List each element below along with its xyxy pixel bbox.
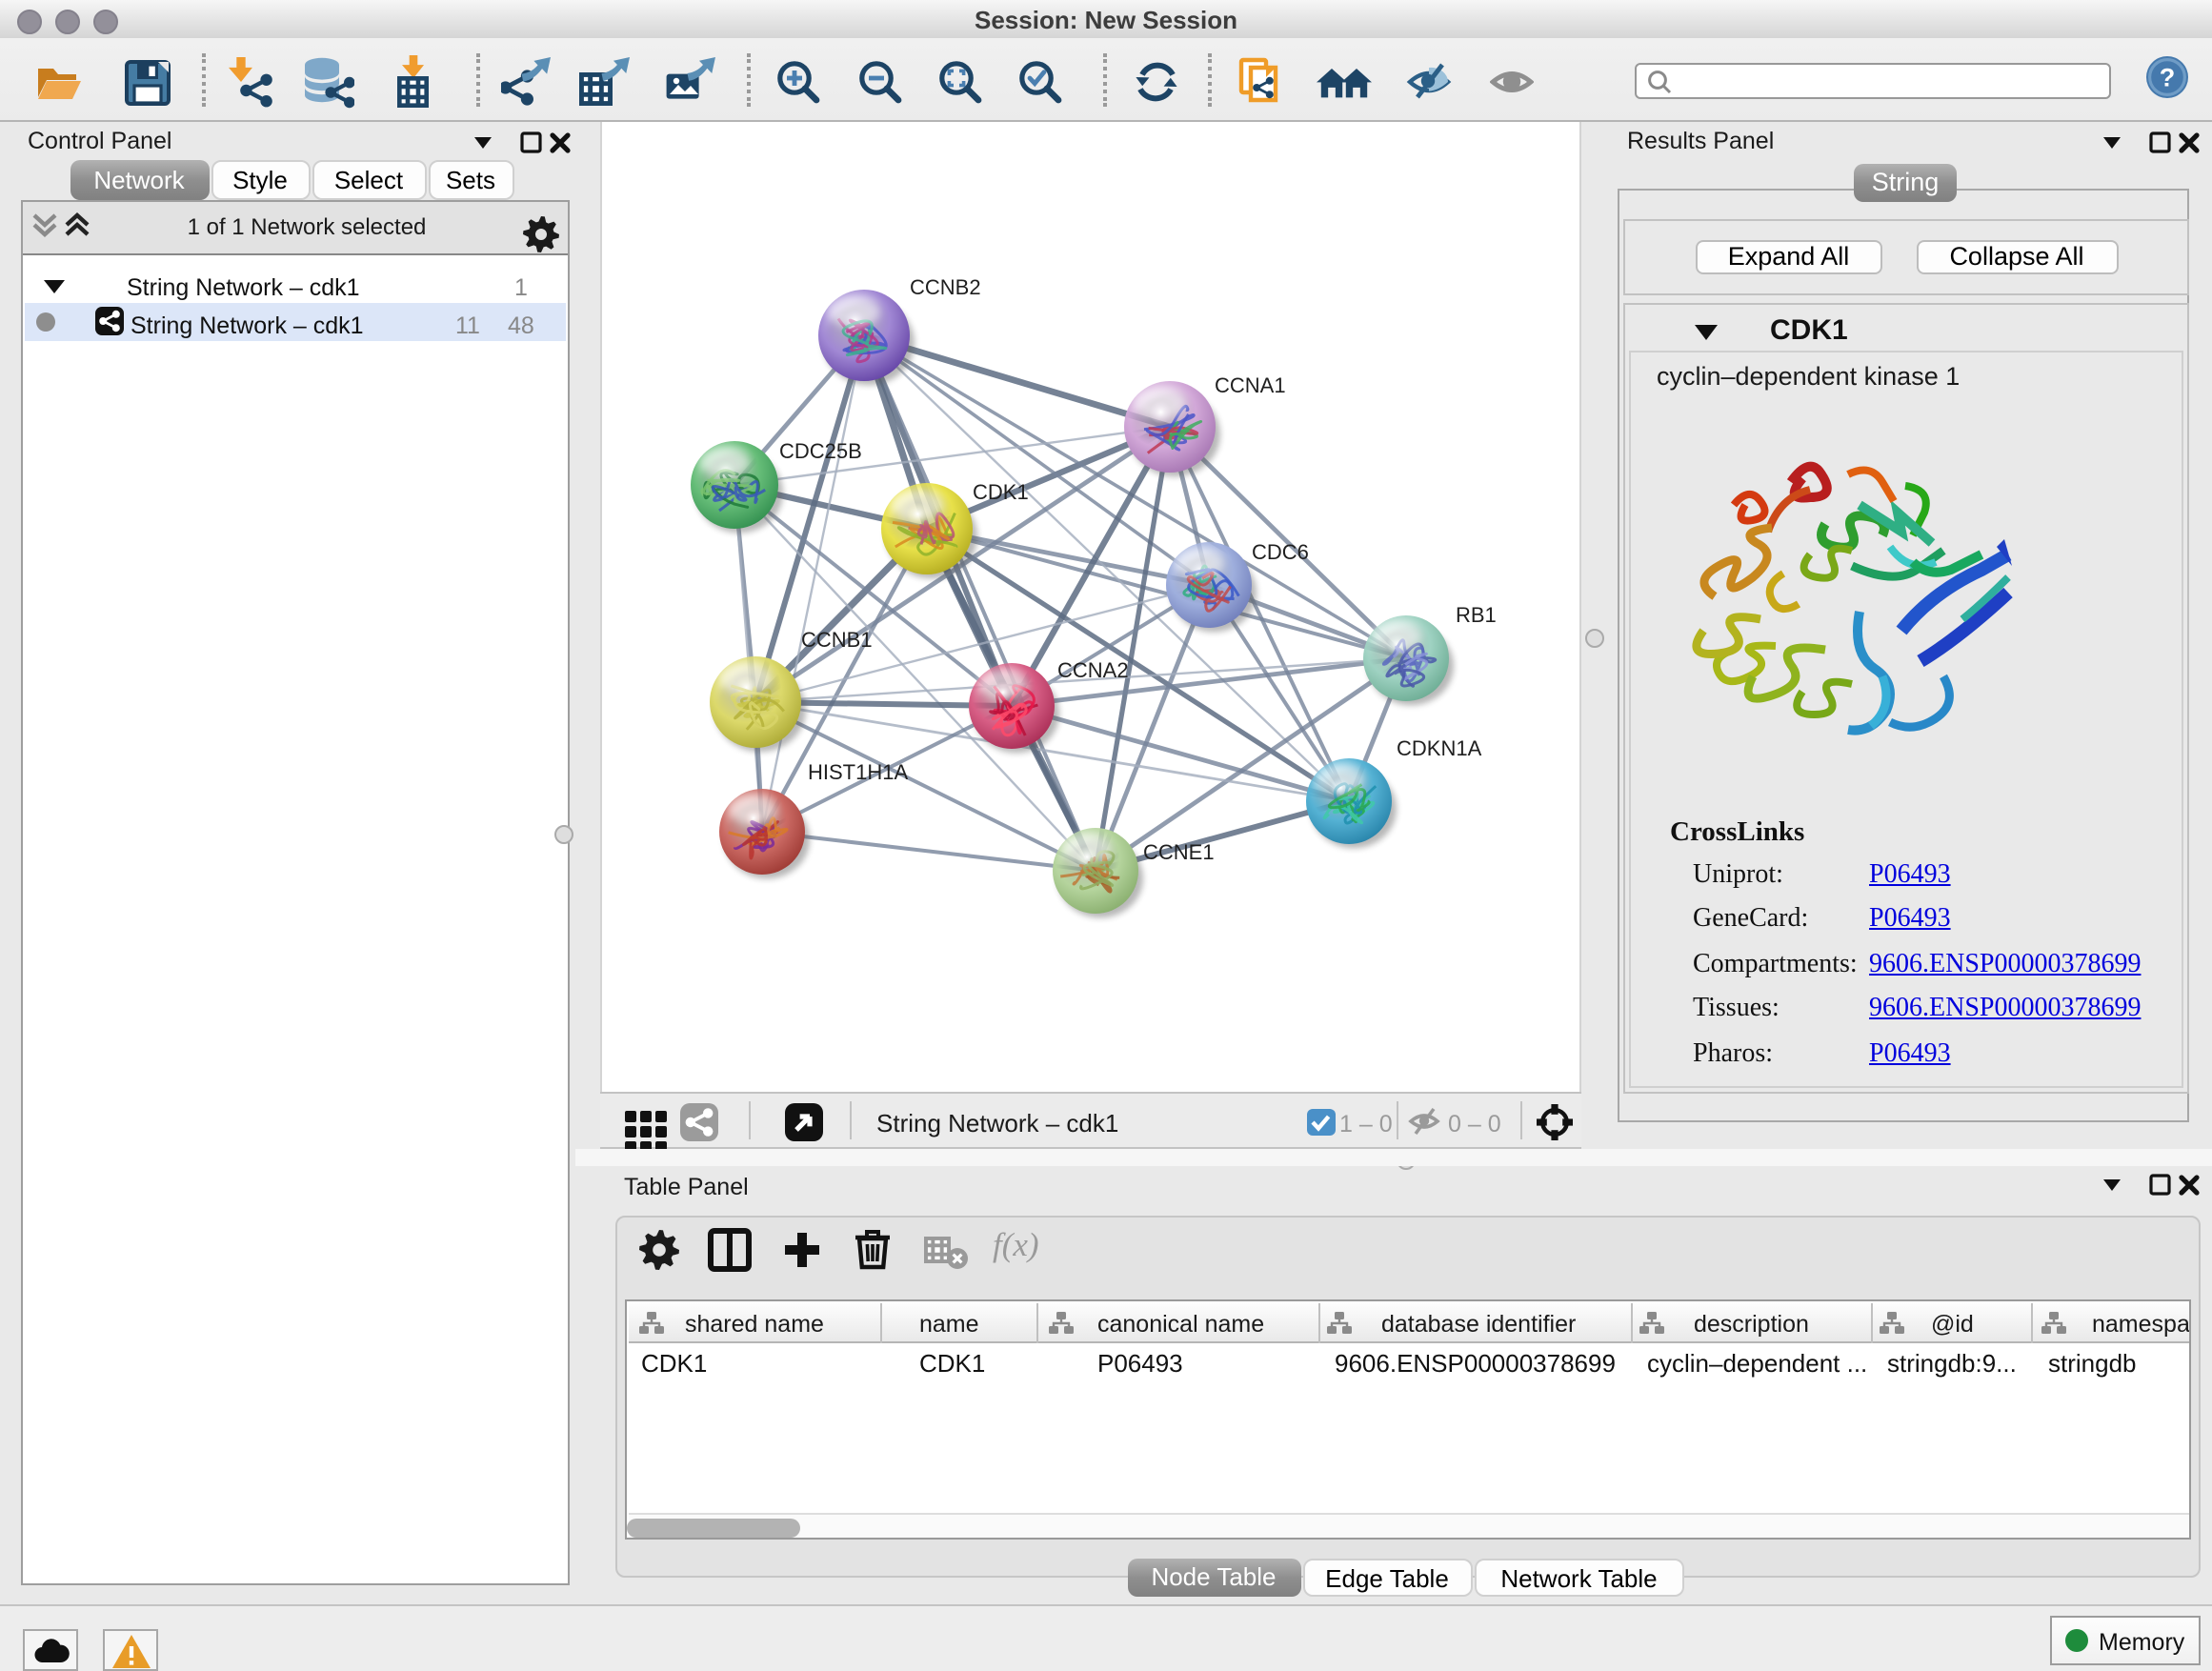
svg-text:CCNB2: CCNB2	[909, 274, 980, 298]
svg-text:CCNA2: CCNA2	[1056, 657, 1128, 681]
svg-text:CCNA1: CCNA1	[1214, 372, 1285, 396]
svg-text:CDC25B: CDC25B	[778, 438, 861, 462]
svg-text:CCNE1: CCNE1	[1142, 839, 1214, 863]
svg-text:CCNB1: CCNB1	[800, 627, 872, 651]
svg-text:?: ?	[2159, 63, 2175, 91]
svg-text:RB1: RB1	[1455, 602, 1496, 626]
svg-text:CDC6: CDC6	[1251, 539, 1308, 563]
svg-text:CDKN1A: CDKN1A	[1396, 735, 1481, 759]
svg-text:CDK1: CDK1	[972, 479, 1028, 503]
svg-text:HIST1H1A: HIST1H1A	[807, 759, 907, 783]
